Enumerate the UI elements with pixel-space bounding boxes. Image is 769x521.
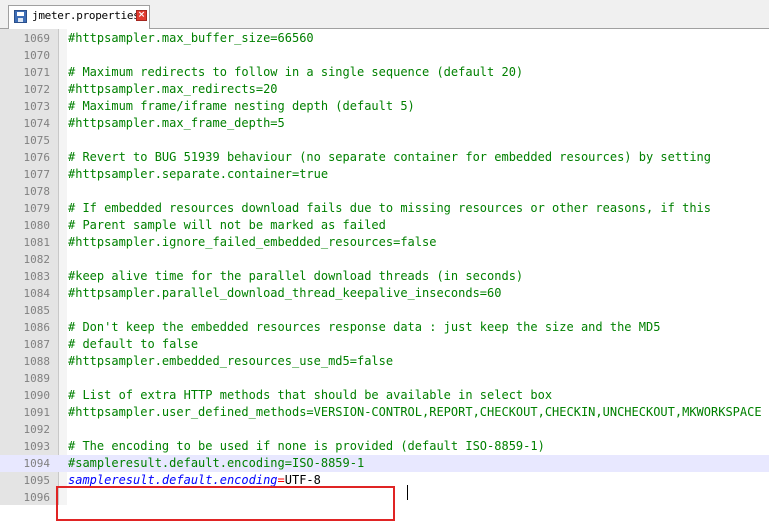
line-number: 1082 bbox=[23, 253, 51, 266]
line-text: # Maximum frame/iframe nesting depth (de… bbox=[68, 99, 415, 113]
line-text: #httpsampler.max_redirects=20 bbox=[68, 82, 278, 96]
line-text: #keep alive time for the parallel downlo… bbox=[68, 269, 524, 283]
line-number: 1077 bbox=[23, 168, 51, 181]
line-number: 1084 bbox=[23, 287, 51, 300]
code-line[interactable]: 1079 # If embedded resources download fai… bbox=[0, 200, 769, 217]
file-tab[interactable]: jmeter.properties × bbox=[8, 5, 150, 29]
code-line[interactable]: 1071 # Maximum redirects to follow in a s… bbox=[0, 64, 769, 81]
line-number: 1092 bbox=[23, 423, 51, 436]
code-line[interactable]: 1078 bbox=[0, 183, 769, 200]
code-line[interactable]: 1092 bbox=[0, 421, 769, 438]
line-text: #sampleresult.default.encoding=ISO-8859-… bbox=[68, 456, 365, 470]
property-key: sampleresult.default.encoding bbox=[68, 473, 278, 487]
line-text: # Revert to BUG 51939 behaviour (no sepa… bbox=[68, 150, 711, 164]
code-line[interactable]: 1087 # default to false bbox=[0, 336, 769, 353]
code-line[interactable]: 1081 #httpsampler.ignore_failed_embedded_… bbox=[0, 234, 769, 251]
line-text: #httpsampler.user_defined_methods=VERSIO… bbox=[68, 405, 762, 419]
line-text: #httpsampler.max_frame_depth=5 bbox=[68, 116, 285, 130]
line-number: 1076 bbox=[23, 151, 51, 164]
line-number: 1072 bbox=[23, 83, 51, 96]
code-line[interactable]: 1076 # Revert to BUG 51939 behaviour (no … bbox=[0, 149, 769, 166]
code-line[interactable]: 1070 bbox=[0, 47, 769, 64]
line-number: 1095 bbox=[23, 474, 51, 487]
line-number: 1090 bbox=[23, 389, 51, 402]
line-number: 1080 bbox=[23, 219, 51, 232]
line-text: # Maximum redirects to follow in a singl… bbox=[68, 65, 524, 79]
line-number: 1087 bbox=[23, 338, 51, 351]
line-number: 1088 bbox=[23, 355, 51, 368]
editor[interactable]: 1069 #httpsampler.max_buffer_size=66560 10… bbox=[0, 29, 769, 521]
line-number: 1070 bbox=[23, 49, 51, 62]
code-line[interactable]: 1089 bbox=[0, 370, 769, 387]
line-text: #httpsampler.parallel_download_thread_ke… bbox=[68, 286, 502, 300]
line-number: 1081 bbox=[23, 236, 51, 249]
line-number: 1079 bbox=[23, 202, 51, 215]
code-line[interactable]: 1088 #httpsampler.embedded_resources_use_… bbox=[0, 353, 769, 370]
code-line[interactable]: 1075 bbox=[0, 132, 769, 149]
line-text: #httpsampler.separate.container=true bbox=[68, 167, 329, 181]
code-line[interactable]: 1083 #keep alive time for the parallel do… bbox=[0, 268, 769, 285]
property-value: UTF-8 bbox=[284, 473, 321, 487]
line-number: 1094 bbox=[23, 457, 51, 470]
line-number: 1093 bbox=[23, 440, 51, 453]
line-text: #httpsampler.ignore_failed_embedded_reso… bbox=[68, 235, 437, 249]
code-line[interactable]: 1091 #httpsampler.user_defined_methods=VE… bbox=[0, 404, 769, 421]
line-number: 1078 bbox=[23, 185, 51, 198]
save-icon bbox=[14, 10, 27, 23]
line-text: # default to false bbox=[68, 337, 199, 351]
close-icon[interactable]: × bbox=[136, 10, 147, 21]
line-number: 1089 bbox=[23, 372, 51, 385]
line-number: 1096 bbox=[23, 491, 51, 504]
code-line[interactable]: 1077 #httpsampler.separate.container=true bbox=[0, 166, 769, 183]
line-text: # Don't keep the embedded resources resp… bbox=[68, 320, 661, 334]
code-line[interactable]: 1085 bbox=[0, 302, 769, 319]
code-line[interactable]: 1080 # Parent sample will not be marked a… bbox=[0, 217, 769, 234]
code-line[interactable]: 1072 #httpsampler.max_redirects=20 bbox=[0, 81, 769, 98]
line-number: 1075 bbox=[23, 134, 51, 147]
line-number: 1071 bbox=[23, 66, 51, 79]
code-line[interactable]: 1086 # Don't keep the embedded resources … bbox=[0, 319, 769, 336]
code-line[interactable]: 1093 # The encoding to be used if none is… bbox=[0, 438, 769, 455]
tab-bar: jmeter.properties × bbox=[0, 0, 769, 29]
line-number: 1073 bbox=[23, 100, 51, 113]
highlight-box bbox=[56, 486, 395, 521]
code-line[interactable]: 1073 # Maximum frame/iframe nesting depth… bbox=[0, 98, 769, 115]
line-number: 1074 bbox=[23, 117, 51, 130]
line-number: 1083 bbox=[23, 270, 51, 283]
line-text: # The encoding to be used if none is pro… bbox=[68, 439, 545, 453]
line-number: 1091 bbox=[23, 406, 51, 419]
code-line[interactable]: 1084 #httpsampler.parallel_download_threa… bbox=[0, 285, 769, 302]
line-text: # Parent sample will not be marked as fa… bbox=[68, 218, 386, 232]
line-number: 1086 bbox=[23, 321, 51, 334]
code-line[interactable]: 1082 bbox=[0, 251, 769, 268]
line-text: # List of extra HTTP methods that should… bbox=[68, 388, 553, 402]
code-line[interactable]: 1094 #sampleresult.default.encoding=ISO-8… bbox=[0, 455, 769, 472]
text-caret bbox=[407, 485, 408, 500]
code-line[interactable]: 1074 #httpsampler.max_frame_depth=5 bbox=[0, 115, 769, 132]
line-number: 1069 bbox=[23, 32, 51, 45]
tab-label: jmeter.properties bbox=[32, 9, 140, 22]
code-line[interactable]: 1069 #httpsampler.max_buffer_size=66560 bbox=[0, 30, 769, 47]
line-number: 1085 bbox=[23, 304, 51, 317]
line-text: # If embedded resources download fails d… bbox=[68, 201, 711, 215]
assignment-operator: = bbox=[277, 473, 285, 487]
code-line[interactable]: 1090 # List of extra HTTP methods that sh… bbox=[0, 387, 769, 404]
line-text: #httpsampler.embedded_resources_use_md5=… bbox=[68, 354, 394, 368]
line-text: #httpsampler.max_buffer_size=66560 bbox=[68, 31, 314, 45]
